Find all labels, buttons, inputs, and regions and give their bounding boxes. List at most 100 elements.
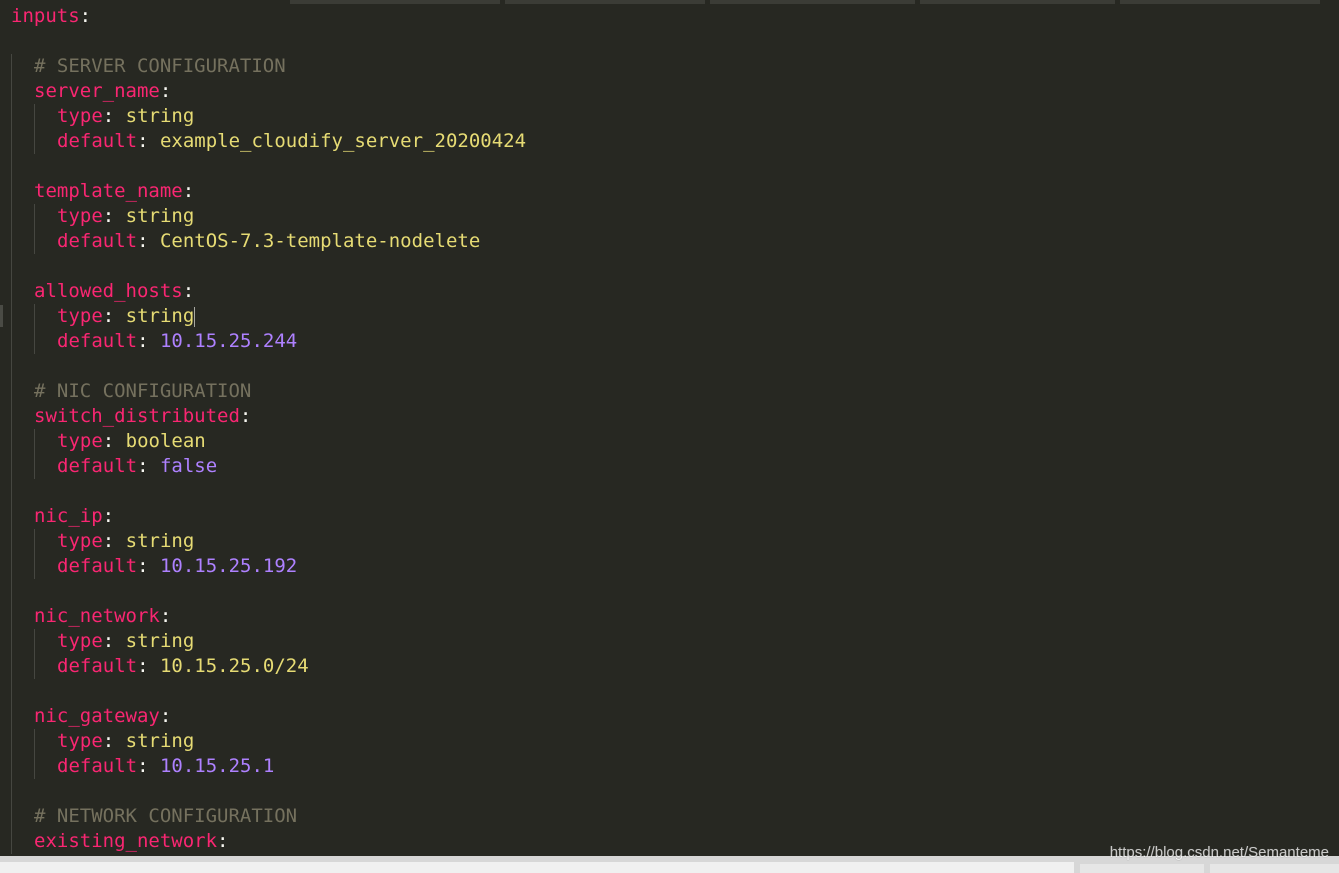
indent-guide <box>11 629 12 654</box>
yaml-value: string <box>125 630 195 652</box>
code-line[interactable]: inputs: <box>0 4 1339 29</box>
code-content: existing_network: <box>34 829 228 854</box>
yaml-key: default <box>57 130 138 152</box>
code-content: default: example_cloudify_server_2020042… <box>57 129 526 154</box>
indent-guide <box>34 454 35 479</box>
code-line[interactable]: type: string <box>0 104 1339 129</box>
code-line[interactable]: default: 10.15.25.1 <box>0 754 1339 779</box>
yaml-key: type <box>57 530 103 552</box>
code-content: default: CentOS-7.3-template-nodelete <box>57 229 480 254</box>
indent-guide <box>11 604 12 629</box>
yaml-comment: # NIC CONFIGURATION <box>34 380 252 402</box>
indent-guide <box>34 729 35 754</box>
code-line[interactable] <box>0 779 1339 804</box>
indent-guide <box>34 304 35 329</box>
yaml-key: inputs <box>11 5 80 27</box>
code-line[interactable] <box>0 154 1339 179</box>
code-content: default: false <box>57 454 217 479</box>
code-line[interactable] <box>0 679 1339 704</box>
yaml-key: type <box>57 630 103 652</box>
code-line[interactable] <box>0 354 1339 379</box>
indent-guide <box>11 479 12 504</box>
code-line[interactable]: allowed_hosts: <box>0 279 1339 304</box>
indent-guide <box>11 429 12 454</box>
code-line[interactable]: # SERVER CONFIGURATION <box>0 54 1339 79</box>
code-line[interactable]: default: false <box>0 454 1339 479</box>
yaml-value: false <box>159 455 218 477</box>
code-line[interactable]: server_name: <box>0 79 1339 104</box>
indent-guide <box>11 504 12 529</box>
code-line[interactable]: # NIC CONFIGURATION <box>0 379 1339 404</box>
indent-guide <box>11 104 12 129</box>
yaml-key: default <box>57 655 138 677</box>
indent-guide <box>11 354 12 379</box>
yaml-colon: : <box>217 830 229 852</box>
code-line[interactable]: nic_network: <box>0 604 1339 629</box>
indent-guide <box>11 329 12 354</box>
code-line[interactable] <box>0 479 1339 504</box>
code-content: type: boolean <box>57 429 206 454</box>
code-lines[interactable]: inputs: # SERVER CONFIGURATION server_name… <box>0 4 1339 854</box>
indent-guide <box>11 454 12 479</box>
code-line[interactable]: type: string <box>0 304 1339 329</box>
yaml-colon: : <box>137 555 160 577</box>
yaml-key: type <box>57 205 103 227</box>
yaml-colon: : <box>137 455 160 477</box>
code-content: switch_distributed: <box>34 404 251 429</box>
indent-guide <box>11 279 12 304</box>
indent-guide <box>11 704 12 729</box>
code-content: # SERVER CONFIGURATION <box>34 54 286 79</box>
indent-guide <box>11 529 12 554</box>
yaml-colon: : <box>102 730 126 752</box>
code-line[interactable]: type: string <box>0 629 1339 654</box>
scrollbar-thumb[interactable] <box>1210 864 1339 873</box>
code-line[interactable]: type: string <box>0 729 1339 754</box>
code-line[interactable]: type: string <box>0 529 1339 554</box>
yaml-value: boolean <box>125 430 206 452</box>
code-line[interactable] <box>0 579 1339 604</box>
code-line[interactable]: default: 10.15.25.244 <box>0 329 1339 354</box>
indent-guide <box>11 679 12 704</box>
yaml-colon: : <box>102 630 126 652</box>
indent-guide <box>11 654 12 679</box>
scrollbar-thumb[interactable] <box>1080 864 1204 873</box>
indent-guide <box>11 804 12 829</box>
code-line[interactable]: type: string <box>0 204 1339 229</box>
code-content: # NETWORK CONFIGURATION <box>34 804 297 829</box>
yaml-colon: : <box>102 430 126 452</box>
code-line[interactable]: # NETWORK CONFIGURATION <box>0 804 1339 829</box>
indent-guide <box>34 429 35 454</box>
code-line[interactable] <box>0 254 1339 279</box>
indent-guide <box>11 229 12 254</box>
code-content: inputs: <box>11 4 91 29</box>
code-editor[interactable]: inputs: # SERVER CONFIGURATION server_name… <box>0 0 1339 856</box>
yaml-colon: : <box>137 755 160 777</box>
code-line[interactable]: default: 10.15.25.0/24 <box>0 654 1339 679</box>
code-line[interactable]: switch_distributed: <box>0 404 1339 429</box>
code-content: nic_gateway: <box>34 704 171 729</box>
code-content: default: 10.15.25.1 <box>57 754 274 779</box>
indent-guide <box>11 304 12 329</box>
code-line[interactable]: nic_ip: <box>0 504 1339 529</box>
code-content: default: 10.15.25.192 <box>57 554 297 579</box>
yaml-key: type <box>57 105 103 127</box>
indent-guide <box>34 554 35 579</box>
code-line[interactable]: default: CentOS-7.3-template-nodelete <box>0 229 1339 254</box>
code-line[interactable]: default: 10.15.25.192 <box>0 554 1339 579</box>
yaml-colon: : <box>239 405 252 427</box>
yaml-key: server_name <box>34 80 160 102</box>
indent-guide <box>34 654 35 679</box>
code-content: type: string <box>57 629 194 654</box>
code-line[interactable]: template_name: <box>0 179 1339 204</box>
yaml-key: nic_ip <box>34 505 103 527</box>
indent-guide <box>11 379 12 404</box>
code-line[interactable]: type: boolean <box>0 429 1339 454</box>
code-line[interactable] <box>0 29 1339 54</box>
code-content: nic_network: <box>34 604 171 629</box>
indent-guide <box>34 104 35 129</box>
yaml-value: string <box>125 205 195 227</box>
code-line[interactable]: nic_gateway: <box>0 704 1339 729</box>
horizontal-scrollbar-track[interactable] <box>0 862 1074 873</box>
code-content: type: string <box>57 729 194 754</box>
code-line[interactable]: default: example_cloudify_server_2020042… <box>0 129 1339 154</box>
